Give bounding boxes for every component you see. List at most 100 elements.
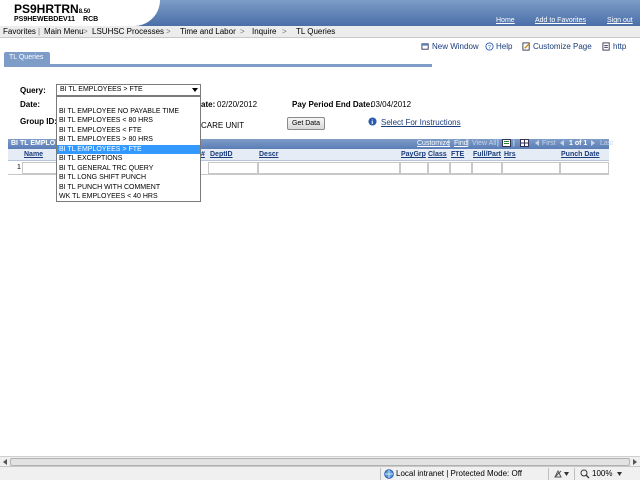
help-link[interactable]: ? Help [485,42,512,51]
get-data-button[interactable]: Get Data [287,117,325,130]
group-id-value: CARE UNIT [201,121,245,130]
protected-mode-icon[interactable] [553,469,563,479]
cell-paygrp [400,162,428,174]
group-id-label: Group ID: [20,117,57,126]
zoom-level[interactable]: 100% [592,469,612,478]
brand-name: PS9HRTRN [14,2,79,16]
scroll-right-icon[interactable] [632,459,638,465]
query-select-value: BI TL EMPLOYEES > FTE [60,86,143,93]
menu-separator: > [240,27,245,36]
brand-version: 8.50 [78,9,91,15]
prev-page-icon[interactable] [559,140,565,146]
period-end-value: 03/04/2012 [371,100,412,109]
new-window-icon [421,43,429,50]
chevron-down-icon[interactable] [564,472,569,476]
grid-nav-separator: | [467,140,469,147]
grid-title: BI TL EMPLO [11,140,56,147]
svg-text:?: ? [488,45,491,51]
help-icon: ? [485,42,494,51]
menu-separator: | [38,27,41,36]
chevron-down-icon[interactable] [617,472,622,476]
add-favorites-link[interactable]: Add to Favorites [535,17,586,24]
query-option[interactable]: BI TL PUNCH WITH COMMENT [57,183,200,192]
grid-nav-separator: | [497,140,499,147]
start-date-label: ate: [201,100,216,109]
grid-first-link[interactable]: First [542,140,556,147]
cell-full-part [472,162,502,174]
menu-time-and-labor[interactable]: Time and Labor [180,27,236,36]
query-select[interactable]: BI TL EMPLOYEES > FTE [56,84,201,96]
query-option[interactable]: BI TL EXCEPTIONS [57,154,200,163]
grid-find-link[interactable]: Find [454,140,468,147]
new-window-label: New Window [432,42,479,51]
query-label: Query: [20,86,46,95]
start-date-value: 02/20/2012 [217,100,258,109]
menu-favorites[interactable]: Favorites [3,27,36,36]
scroll-left-icon[interactable] [2,459,8,465]
customize-page-link[interactable]: Customize Page [522,42,592,51]
query-option[interactable]: WK TL EMPLOYEES < 40 HRS [57,192,200,201]
db-name: PS9HEWEBDEV11 [14,16,76,23]
query-option[interactable]: BI TL EMPLOYEES < 80 HRS [57,116,200,125]
grid-view-icon[interactable] [520,139,529,147]
cell-descr [258,162,400,174]
menu-lsuhsc-processes[interactable]: LSUHSC Processes [92,27,164,36]
security-zone-text: Local intranet | Protected Mode: Off [396,469,522,478]
status-divider [548,468,549,480]
query-option[interactable]: BI TL EMPLOYEES < FTE [57,126,200,135]
grid-nav-separator: | [448,140,450,147]
column-header-class[interactable]: Class [428,151,447,158]
first-page-icon[interactable] [534,140,540,146]
query-option[interactable] [57,97,200,106]
menu-separator: > [282,27,287,36]
grid-nav-separator: | [513,140,515,147]
column-header-deptid[interactable]: DeptID [210,151,233,158]
svg-text:i: i [371,119,373,126]
column-header-descr[interactable]: Descr [259,151,278,158]
query-option[interactable]: BI TL LONG SHIFT PUNCH [57,173,200,182]
http-label: http [613,42,627,51]
query-dropdown-list: BI TL EMPLOYEE NO PAYABLE TIME BI TL EMP… [56,96,201,202]
query-option[interactable]: BI TL EMPLOYEES > 80 HRS [57,135,200,144]
new-window-link[interactable]: New Window [421,42,479,51]
status-divider [380,468,381,480]
column-header-punch-date[interactable]: Punch Date [561,151,600,158]
zoom-icon[interactable] [580,469,590,479]
query-option[interactable]: BI TL EMPLOYEE NO PAYABLE TIME [57,107,200,116]
status-divider [574,468,575,480]
link-icon [602,42,610,51]
column-header-number[interactable]: # [201,151,205,158]
customize-page-label: Customize Page [533,42,592,51]
grid-customize-link[interactable]: Customize [417,140,450,147]
next-page-icon[interactable] [590,140,596,146]
horizontal-scrollbar[interactable] [0,456,640,466]
column-header-fte[interactable]: FTE [451,151,464,158]
menu-tl-queries[interactable]: TL Queries [296,27,335,36]
db-name-line: PS9HEWEBDEV11 RCB [14,16,98,23]
download-icon[interactable] [502,139,511,147]
cell-class [428,162,450,174]
tab-tl-queries[interactable]: TL Queries [4,52,50,64]
grid-view-all-link[interactable]: View All [472,140,496,147]
column-header-paygrp[interactable]: PayGrp [401,151,426,158]
scrollbar-thumb[interactable] [10,458,630,466]
menubar: Favorites | Main Menu > LSUHSC Processes… [0,26,640,38]
sign-out-link[interactable]: Sign out [607,17,633,24]
home-link[interactable]: Home [496,17,515,24]
menu-inquire[interactable]: Inquire [252,27,276,36]
cell-deptid [208,162,258,174]
query-option[interactable]: BI TL GENERAL TRC QUERY [57,164,200,173]
http-link[interactable]: http [602,42,626,51]
column-header-name[interactable]: Name [24,151,43,158]
menu-main-menu[interactable]: Main Menu [44,27,84,36]
instructions-link[interactable]: Select For Instructions [381,118,461,127]
grid-last-link[interactable]: Last [600,140,613,147]
user-code: RCB [83,16,99,23]
brand-title: PS9HRTRN8.50 [14,2,90,16]
column-header-hrs[interactable]: Hrs [504,151,516,158]
query-option-selected[interactable]: BI TL EMPLOYEES > FTE [57,144,200,154]
info-icon: i [368,117,377,126]
column-header-full-part[interactable]: Full/Part [473,151,501,158]
status-bar: Local intranet | Protected Mode: Off 100… [0,466,640,480]
globe-icon [384,469,394,479]
